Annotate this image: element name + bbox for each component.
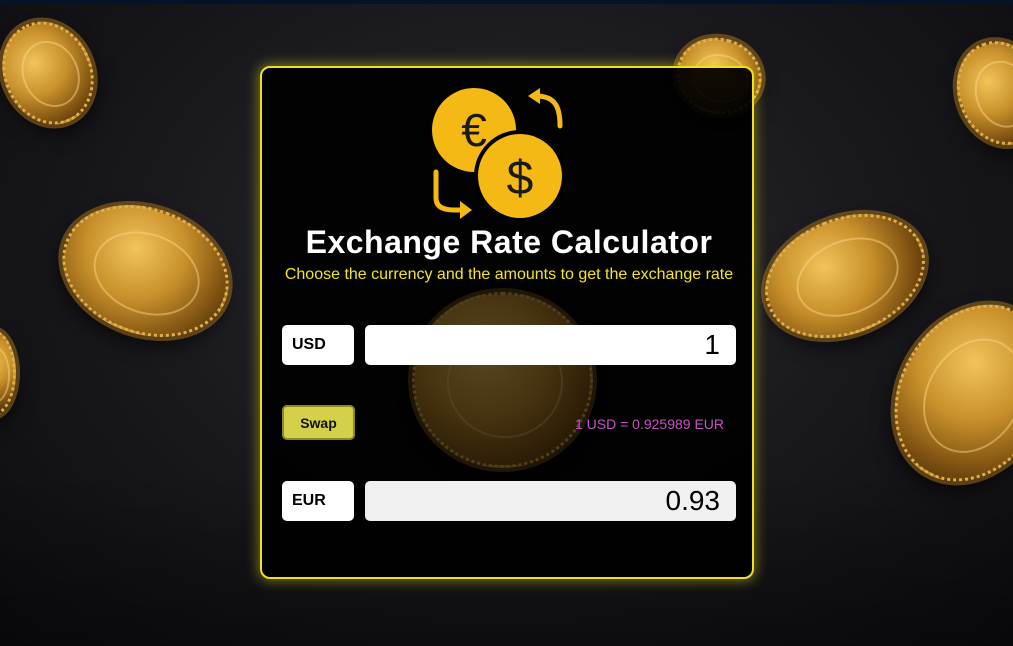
background-coin bbox=[43, 182, 248, 360]
background-coin bbox=[0, 6, 111, 140]
background-coin bbox=[942, 28, 1013, 158]
to-amount-input[interactable]: 0.93 bbox=[365, 481, 736, 521]
card-background-coin bbox=[412, 292, 593, 468]
euro-symbol: € bbox=[461, 104, 487, 156]
to-currency-select[interactable]: EUR bbox=[282, 481, 354, 521]
calculator-card: € $ Exchange Rate Calculator Choose the … bbox=[260, 66, 754, 579]
page-title: Exchange Rate Calculator bbox=[305, 224, 713, 260]
dollar-symbol: $ bbox=[507, 152, 534, 205]
from-amount-input[interactable]: 1 bbox=[365, 325, 736, 365]
background-coin bbox=[0, 330, 16, 416]
background-coin bbox=[746, 191, 944, 361]
from-currency-select[interactable]: USD bbox=[282, 325, 354, 365]
swap-button[interactable]: Swap bbox=[282, 405, 355, 440]
currency-exchange-icon: € $ bbox=[432, 88, 566, 222]
page-subtitle: Choose the currency and the amounts to g… bbox=[284, 266, 734, 283]
exchange-rate-text: 1 USD = 0.925989 EUR bbox=[574, 416, 724, 432]
top-strip bbox=[0, 0, 1013, 4]
